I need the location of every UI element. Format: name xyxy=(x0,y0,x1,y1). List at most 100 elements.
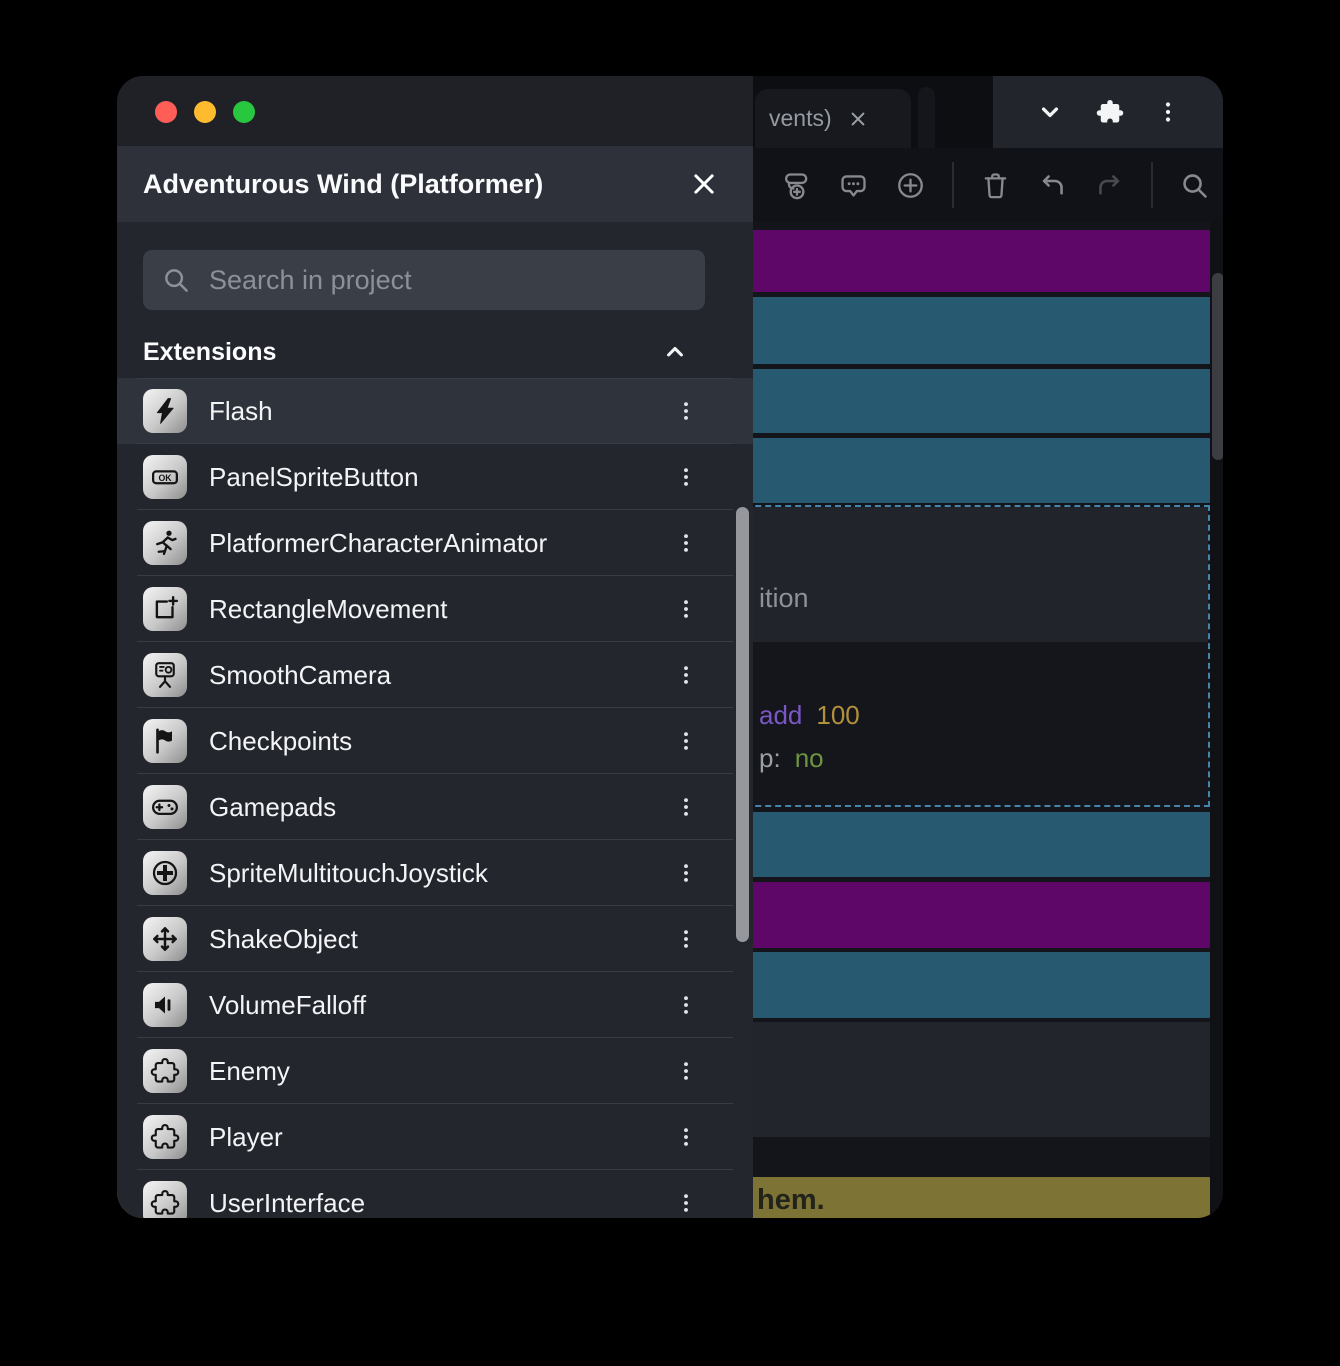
kebab-icon[interactable] xyxy=(675,994,697,1016)
extension-list-item[interactable]: OK PanelSpriteButton xyxy=(117,444,753,510)
browser-controls xyxy=(993,76,1223,148)
kebab-icon[interactable] xyxy=(675,1192,697,1214)
panel-body: Extensions Flash OK PanelSpriteButton Platf… xyxy=(117,222,753,1218)
extension-item-label: SpriteMultitouchJoystick xyxy=(209,857,488,888)
extension-item-label: Enemy xyxy=(209,1055,290,1086)
extension-list-item[interactable]: Checkpoints xyxy=(117,708,753,774)
action-token: 100 xyxy=(816,700,860,730)
runner-icon xyxy=(143,521,187,565)
flag-icon xyxy=(143,719,187,763)
extension-list-item[interactable]: SpriteMultitouchJoystick xyxy=(117,840,753,906)
extension-list-item[interactable]: Player xyxy=(117,1104,753,1170)
extension-item-label: Checkpoints xyxy=(209,725,353,756)
app-window: ition add 100 p: no hem. vents) Adventurous W… xyxy=(117,76,1223,1218)
move-arrows-icon xyxy=(143,917,187,961)
extension-list-item[interactable]: VolumeFalloff xyxy=(117,972,753,1038)
zoom-traffic-light[interactable] xyxy=(233,101,255,123)
comment-icon[interactable] xyxy=(838,170,869,201)
events-tab-label: vents) xyxy=(769,105,832,131)
events-scrollbar-thumb[interactable] xyxy=(1212,273,1223,460)
kebab-icon[interactable] xyxy=(675,466,697,488)
macos-titlebar xyxy=(117,76,753,148)
kebab-icon[interactable] xyxy=(675,730,697,752)
circle-plus-icon[interactable] xyxy=(895,170,926,201)
undo-icon[interactable] xyxy=(1037,170,1068,201)
puzzle-icon[interactable] xyxy=(1095,97,1125,127)
search-icon[interactable] xyxy=(1179,170,1210,201)
puzzle-icon xyxy=(143,1049,187,1093)
events-tab[interactable]: vents) xyxy=(755,89,911,148)
puzzle-icon xyxy=(143,1181,187,1218)
condition-text-fragment: ition xyxy=(759,583,809,613)
chevron-up-icon[interactable] xyxy=(661,338,689,366)
panel-close-icon[interactable] xyxy=(689,169,719,199)
gamepad-icon xyxy=(143,785,187,829)
extension-list-item[interactable]: ShakeObject xyxy=(117,906,753,972)
action-token: no xyxy=(794,743,824,773)
comment-text-fragment: hem. xyxy=(757,1184,825,1216)
kebab-icon[interactable] xyxy=(675,928,697,950)
puzzle-icon xyxy=(143,1115,187,1159)
tab-strip-edge xyxy=(918,87,935,148)
redo-icon[interactable] xyxy=(1094,170,1125,201)
kebab-icon[interactable] xyxy=(675,598,697,620)
kebab-icon[interactable] xyxy=(675,532,697,554)
kebab-icon[interactable] xyxy=(675,1126,697,1148)
extension-item-label: Flash xyxy=(209,395,273,426)
extension-list-item[interactable]: PlatformerCharacterAnimator xyxy=(117,510,753,576)
action-text-line: add 100 xyxy=(759,700,874,731)
extensions-section-label: Extensions xyxy=(143,337,277,366)
desktop-background: ition add 100 p: no hem. vents) Adventurous W… xyxy=(0,0,1340,1366)
kebab-icon[interactable] xyxy=(675,1060,697,1082)
rectangle-plus-icon xyxy=(143,587,187,631)
extensions-section-header[interactable]: Extensions xyxy=(143,326,705,378)
kebab-icon[interactable] xyxy=(675,400,697,422)
extension-list-item[interactable]: Flash xyxy=(117,378,753,444)
kebab-icon[interactable] xyxy=(675,862,697,884)
extension-list-item[interactable]: SmoothCamera xyxy=(117,642,753,708)
ok-button-icon: OK xyxy=(143,455,187,499)
action-text-line: p: no xyxy=(759,743,838,774)
action-token: add xyxy=(759,700,803,730)
toolbar-separator xyxy=(952,162,954,208)
flash-icon xyxy=(143,389,187,433)
joystick-icon xyxy=(143,851,187,895)
kebab-icon[interactable] xyxy=(675,664,697,686)
kebab-icon[interactable] xyxy=(675,796,697,818)
panel-scrollbar-thumb[interactable] xyxy=(736,507,749,942)
search-icon xyxy=(161,265,191,295)
extension-item-label: PanelSpriteButton xyxy=(209,461,419,492)
extension-item-label: VolumeFalloff xyxy=(209,989,367,1020)
extension-item-label: Player xyxy=(209,1121,283,1152)
toolbar-separator xyxy=(1151,162,1153,208)
extension-item-label: ShakeObject xyxy=(209,923,358,954)
extension-item-label: Gamepads xyxy=(209,791,337,822)
extension-item-label: PlatformerCharacterAnimator xyxy=(209,527,548,558)
svg-text:OK: OK xyxy=(158,473,172,483)
kebab-icon[interactable] xyxy=(1156,100,1180,124)
tab-close-icon[interactable] xyxy=(848,109,868,129)
minimize-traffic-light[interactable] xyxy=(194,101,216,123)
search-box[interactable] xyxy=(143,250,705,310)
extensions-list: Flash OK PanelSpriteButton PlatformerCharac… xyxy=(117,378,753,1218)
project-manager-panel: Adventurous Wind (Platformer) Extensions… xyxy=(117,146,753,1218)
speaker-icon xyxy=(143,983,187,1027)
extension-item-label: UserInterface xyxy=(209,1187,366,1218)
close-traffic-light[interactable] xyxy=(155,101,177,123)
extension-list-item[interactable]: RectangleMovement xyxy=(117,576,753,642)
editor-tab-strip: vents) xyxy=(753,76,993,148)
extension-item-label: RectangleMovement xyxy=(209,593,448,624)
chevron-down-icon[interactable] xyxy=(1036,98,1064,126)
search-input[interactable] xyxy=(207,263,687,297)
action-token: p: xyxy=(759,743,781,773)
trash-icon[interactable] xyxy=(980,170,1011,201)
add-subevent-icon[interactable] xyxy=(781,170,812,201)
events-toolbar xyxy=(753,148,1223,222)
project-title: Adventurous Wind (Platformer) xyxy=(143,168,544,199)
extension-list-item[interactable]: UserInterface xyxy=(117,1170,753,1218)
camera-icon xyxy=(143,653,187,697)
extension-list-item[interactable]: Enemy xyxy=(117,1038,753,1104)
panel-header: Adventurous Wind (Platformer) xyxy=(117,146,753,222)
extension-list-item[interactable]: Gamepads xyxy=(117,774,753,840)
extension-item-label: SmoothCamera xyxy=(209,659,392,690)
